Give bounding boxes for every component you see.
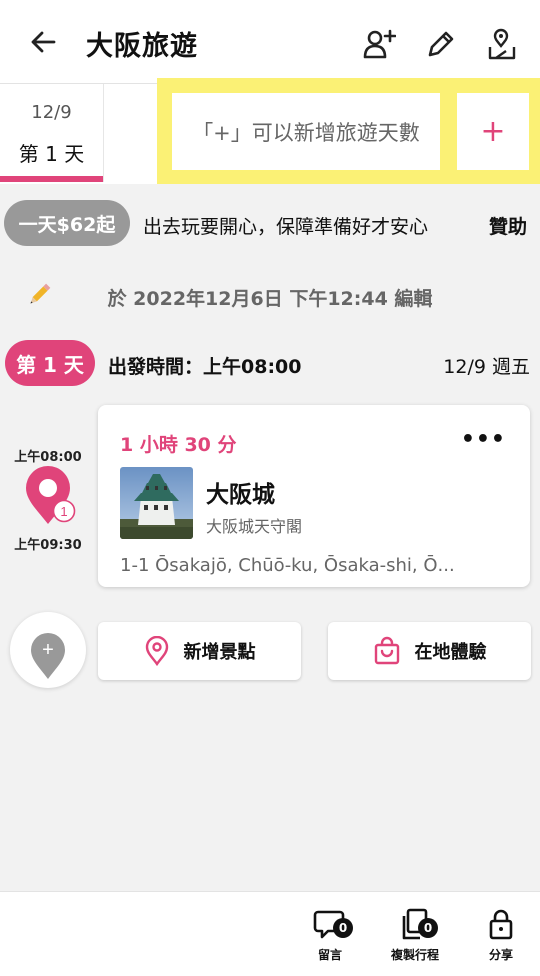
- share-label: 分享: [488, 948, 513, 962]
- top-app-bar: 大阪旅遊: [0, 0, 540, 84]
- stop-end-time: 上午09:30: [14, 538, 82, 553]
- comments-count-badge: 0: [333, 918, 353, 938]
- place-name: 大阪城: [206, 482, 275, 508]
- back-arrow-icon[interactable]: [28, 27, 58, 57]
- comment-icon: [313, 910, 345, 939]
- add-spot-button[interactable]: 新增景點: [98, 622, 301, 680]
- tab-active-indicator: [0, 176, 103, 182]
- add-person-icon[interactable]: [362, 27, 396, 61]
- add-spot-label: 新增景點: [183, 642, 256, 663]
- comments-label: 留言: [317, 948, 342, 962]
- day-pill: 第 1 天: [5, 340, 95, 386]
- departure-time[interactable]: 出發時間：上午08:00: [108, 352, 301, 379]
- place-subtitle: 大阪城天守閣: [206, 517, 303, 536]
- add-fab-plus: +: [42, 639, 54, 661]
- comments-button[interactable]: 0 留言: [290, 908, 370, 968]
- location-marker-icon: 1: [26, 466, 76, 524]
- page-title: 大阪旅遊: [86, 31, 198, 62]
- lock-icon: [489, 909, 513, 940]
- pencil-icon[interactable]: [424, 27, 458, 61]
- sponsor-label: 贊助: [489, 216, 528, 238]
- place-address: 1-1 Ōsakajō, Chūō-ku, Ōsaka-shi, Ō...: [120, 555, 455, 576]
- copy-count-badge: 0: [418, 918, 438, 938]
- shopping-bag-icon: [374, 636, 399, 665]
- copy-itinerary-label: 複製行程: [390, 948, 439, 962]
- tab-day-date: 12/9: [31, 102, 72, 123]
- copy-itinerary-button[interactable]: 0 複製行程: [375, 908, 455, 968]
- day-header: 第 1 天 出發時間：上午08:00 12/9 週五: [0, 338, 540, 388]
- tab-divider: [103, 84, 104, 182]
- share-button[interactable]: 分享: [461, 908, 540, 968]
- local-experience-label: 在地體驗: [414, 642, 487, 663]
- add-day-hint: 「+」可以新增旅遊天數: [172, 93, 440, 170]
- local-experience-button[interactable]: 在地體驗: [328, 622, 531, 680]
- tab-day-1[interactable]: 12/9 第 1 天: [0, 84, 103, 182]
- copy-icon: [402, 908, 428, 940]
- more-options-button[interactable]: •••: [461, 427, 506, 452]
- bottom-toolbar: 0 留言 0 複製行程 分享: [0, 891, 540, 976]
- tab-day-label: 第 1 天: [18, 142, 85, 166]
- stop-start-time: 上午08:00: [14, 450, 82, 465]
- day-date: 12/9 週五: [443, 356, 530, 378]
- add-location-icon: +: [31, 633, 65, 679]
- promo-banner[interactable]: 一天$62起 出去玩要開心，保障準備好才安心 贊助: [0, 192, 540, 256]
- location-pin-icon: [145, 636, 168, 666]
- promo-text: 出去玩要開心，保障準備好才安心: [143, 216, 429, 238]
- map-pin-share-icon[interactable]: [486, 27, 520, 61]
- stop-card[interactable]: 1 小時 30 分 ••• 大阪城 大阪城天守閣 1-1 Ōsakajō, Ch…: [98, 405, 530, 587]
- edit-info-row: 於 2022年12月6日 下午12:44 編輯: [0, 276, 540, 316]
- promo-price-pill[interactable]: 一天$62起: [4, 200, 130, 246]
- stop-duration[interactable]: 1 小時 30 分: [120, 430, 237, 457]
- add-day-button[interactable]: +: [457, 93, 529, 170]
- place-thumbnail: [120, 467, 193, 539]
- add-stop-fab[interactable]: +: [10, 612, 86, 688]
- stop-index: 1: [60, 504, 67, 519]
- stop-timeline: 上午08:00 1 上午09:30: [0, 440, 96, 560]
- last-edited-text: 於 2022年12月6日 下午12:44 編輯: [107, 288, 433, 310]
